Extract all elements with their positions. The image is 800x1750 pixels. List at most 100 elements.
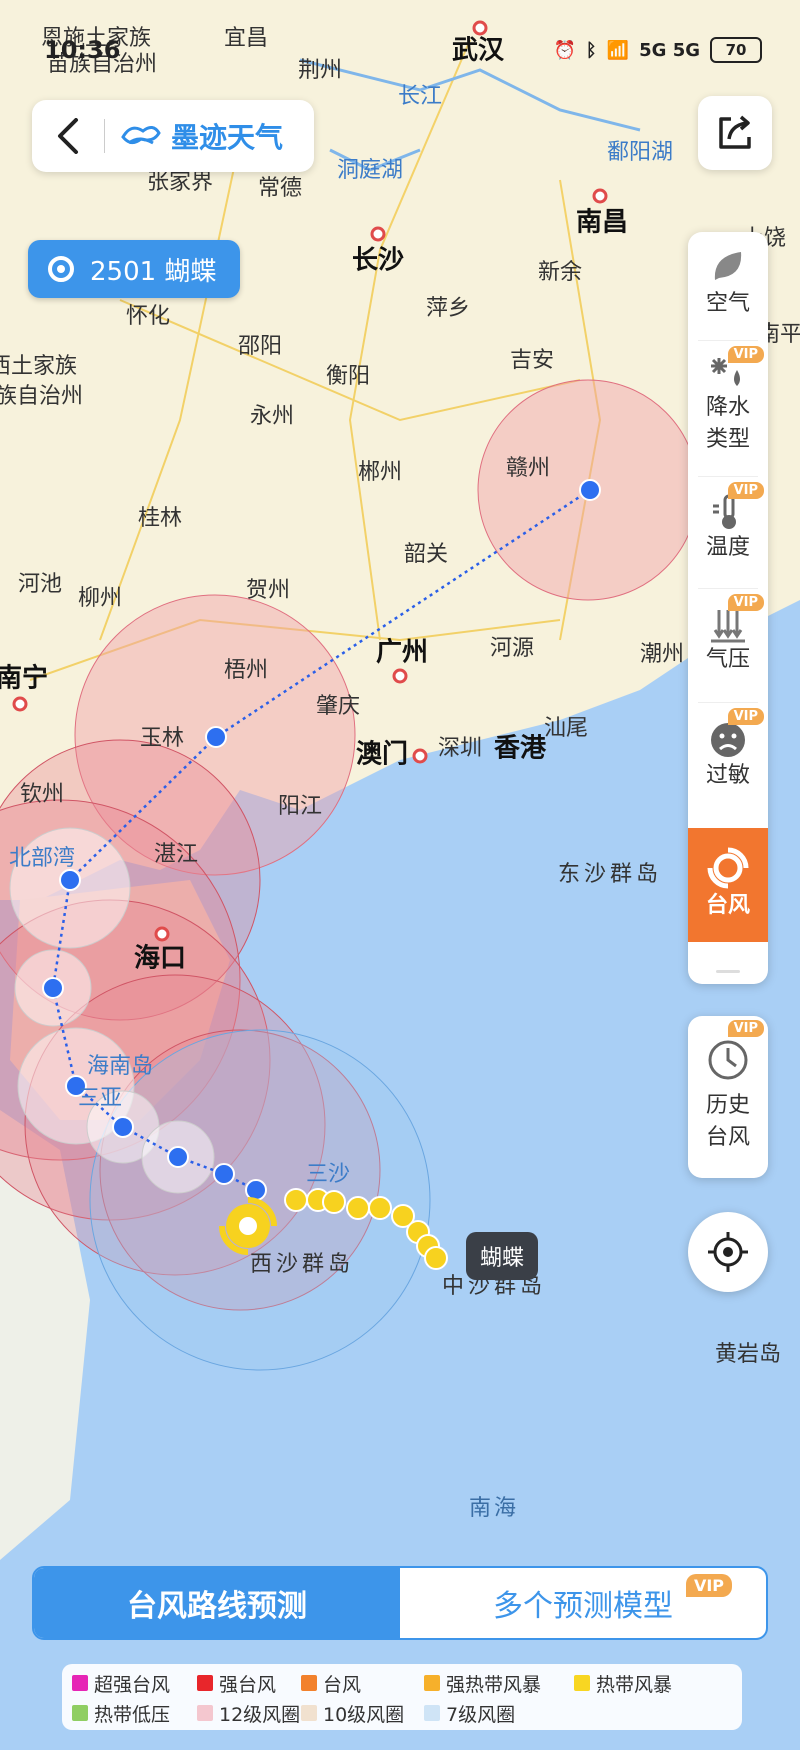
map-label: 南宁 — [0, 663, 49, 694]
locate-button[interactable] — [688, 1212, 768, 1292]
legend-swatch — [574, 1675, 590, 1691]
map-label: 衡阳 — [325, 364, 371, 389]
layer-typhoon-label: 台风 — [705, 893, 750, 918]
map-label: 澳门 — [355, 739, 409, 770]
map-label: 香港 — [493, 733, 547, 764]
map-label: 三亚 — [77, 1086, 123, 1111]
legend-swatch — [424, 1675, 440, 1691]
signal-label: 5G 5G — [639, 39, 700, 61]
map-label: 洞庭湖 — [336, 158, 404, 183]
vip-badge: VIP — [727, 1020, 764, 1037]
share-button[interactable] — [698, 96, 772, 170]
legend-item: 台风 — [301, 1668, 424, 1698]
vip-badge: VIP — [727, 708, 764, 725]
header-divider — [104, 119, 105, 153]
map-label: 北部湾 — [8, 846, 76, 871]
legend-label: 12级风圈 — [219, 1703, 301, 1726]
status-icons: ⏰ ᛒ 📶 5G 5G 70 — [553, 30, 762, 70]
layer-precip-label: 降水 类型 — [705, 395, 750, 452]
map-label: 东沙群岛 — [557, 862, 663, 887]
map-label: 韶关 — [403, 542, 449, 567]
map-label: 武汉 — [451, 35, 505, 66]
share-icon — [719, 115, 751, 149]
legend-label: 强台风 — [219, 1673, 277, 1696]
map-label: 萍乡 — [425, 296, 471, 321]
panel-divider — [698, 476, 758, 477]
legend-item: 超强台风 — [72, 1668, 197, 1698]
vip-badge: VIP — [727, 482, 764, 499]
vip-badge: VIP — [727, 346, 764, 363]
brand-logo-icon — [121, 126, 161, 145]
map-label: 湘西土家族 — [0, 354, 78, 379]
layer-precip-type[interactable]: VIP 降水 类型 — [688, 342, 768, 476]
back-button[interactable] — [32, 100, 104, 172]
map-label: 汕尾 — [543, 716, 589, 741]
map-label: 西沙群岛 — [249, 1252, 355, 1277]
legend-label: 台风 — [323, 1673, 362, 1696]
map-label: 广州 — [375, 637, 429, 668]
layer-air-label: 空气 — [705, 291, 750, 316]
legend-label: 热带风暴 — [596, 1673, 673, 1696]
allergy-face-icon — [711, 723, 745, 757]
legend-item: 强热带风暴 — [424, 1668, 574, 1698]
bluetooth-icon: ᛒ — [585, 39, 597, 61]
legend-swatch — [72, 1705, 88, 1721]
map-label: 玉林 — [139, 726, 185, 751]
layer-allergy-label: 过敏 — [705, 763, 750, 788]
map-label: 鄱阳湖 — [606, 140, 674, 165]
layer-typhoon[interactable]: 台风 — [688, 828, 768, 942]
history-typhoon-label: 历史 台风 — [705, 1093, 750, 1150]
tab-route-forecast[interactable]: 台风路线预测 — [34, 1568, 400, 1638]
map-label: 长沙 — [351, 245, 405, 276]
map-label: 南昌 — [575, 207, 629, 238]
legend-swatch — [72, 1675, 88, 1691]
map-label: 贺州 — [245, 578, 291, 603]
layer-pressure[interactable]: VIP 气压 — [688, 590, 768, 702]
battery-icon: 70 — [710, 37, 762, 63]
map-label: 邵阳 — [237, 334, 283, 359]
tab-multi-model-label: 多个预测模型 — [493, 1589, 673, 1624]
map-label: 肇庆 — [315, 694, 361, 719]
legend-swatch — [301, 1705, 317, 1721]
map-label: 桂林 — [137, 506, 183, 531]
legend-item: 7级风圈 — [424, 1698, 574, 1728]
legend-label: 10级风圈 — [323, 1703, 405, 1726]
brand-name: 墨迹天气 — [171, 121, 284, 154]
legend-item: 强台风 — [197, 1668, 301, 1698]
legend-swatch — [301, 1675, 317, 1691]
map-label: 阳江 — [277, 794, 323, 819]
legend-item: 10级风圈 — [301, 1698, 424, 1728]
typhoon-name-tag[interactable]: 蝴蝶 — [466, 1232, 539, 1280]
vip-badge: VIP — [727, 594, 764, 611]
typhoon-selector[interactable]: 2501 蝴蝶 — [28, 240, 240, 298]
map-label: 苗族自治州 — [0, 384, 84, 409]
map-label: 宜昌 — [223, 26, 269, 51]
legend-item: 热带风暴 — [574, 1668, 724, 1698]
legend-label: 超强台风 — [94, 1673, 171, 1696]
map-label: 河源 — [489, 636, 535, 661]
legend-swatch — [197, 1675, 213, 1691]
layer-temperature[interactable]: VIP 温度 — [688, 478, 768, 588]
map-label: 三沙 — [305, 1162, 351, 1187]
crosshair-icon — [708, 1232, 748, 1272]
map-label: 海口 — [133, 943, 187, 974]
map-label: 赣州 — [505, 456, 551, 481]
map-label: 常德 — [257, 176, 303, 201]
map-label: 南海 — [468, 1496, 520, 1521]
layer-air[interactable]: 空气 — [688, 238, 768, 340]
layer-allergy[interactable]: VIP 过敏 — [688, 704, 768, 814]
map-label: 长江 — [397, 84, 443, 109]
typhoon-icon — [707, 847, 749, 889]
tab-multi-model[interactable]: 多个预测模型 VIP — [400, 1568, 766, 1638]
layer-pressure-label: 气压 — [705, 647, 750, 672]
legend-label: 7级风圈 — [446, 1703, 516, 1726]
history-typhoon-button[interactable]: VIP 历史 台风 — [688, 1016, 768, 1178]
map-label: 荆州 — [297, 58, 343, 83]
map-label: 郴州 — [357, 460, 403, 485]
map-label: 吉安 — [509, 348, 555, 373]
map-label: 怀化 — [125, 304, 171, 329]
map-label: 永州 — [249, 404, 295, 429]
brand: 墨迹天气 — [119, 116, 283, 156]
panel-handle[interactable] — [716, 970, 740, 973]
legend-label: 热带低压 — [94, 1703, 171, 1726]
